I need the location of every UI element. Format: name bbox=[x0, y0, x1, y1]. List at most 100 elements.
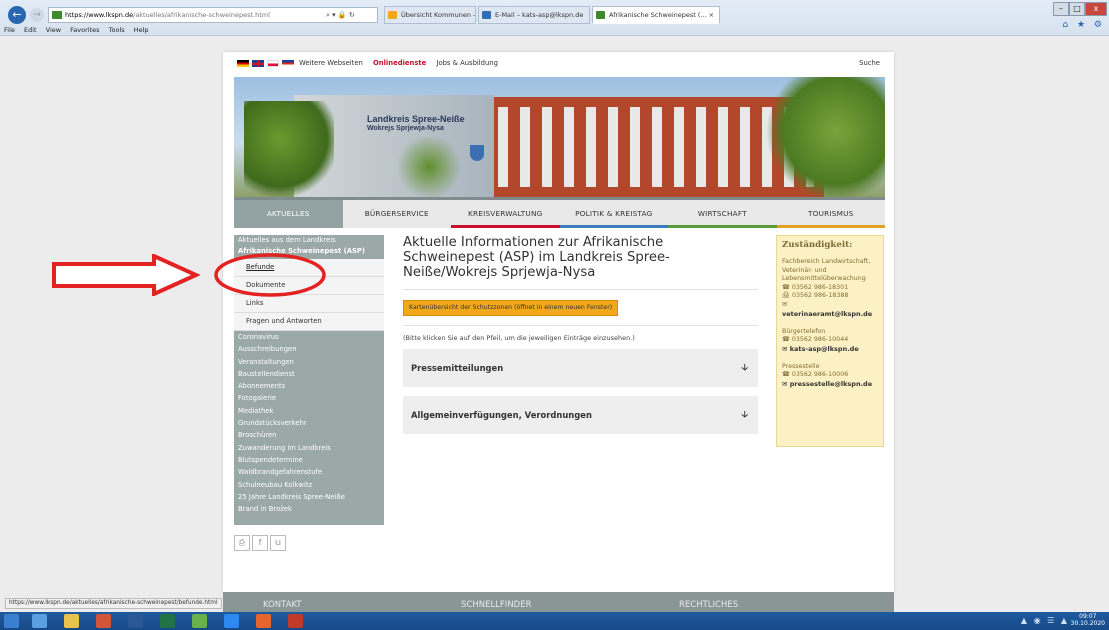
arrow-down-icon[interactable]: 🡣 bbox=[742, 349, 748, 387]
nav-tourismus[interactable]: TOURISMUS bbox=[776, 200, 885, 228]
annotation-arrow-icon bbox=[52, 254, 200, 296]
arrow-down-icon[interactable]: 🡣 bbox=[742, 396, 748, 434]
email-link-kats-asp[interactable]: ✉ kats-asp@lkspn.de bbox=[782, 345, 878, 354]
link-onlinedienste[interactable]: Onlinedienste bbox=[373, 59, 426, 67]
mail-icon: ✉ bbox=[782, 300, 788, 308]
annotation-ellipse bbox=[214, 253, 326, 297]
footer-kontakt[interactable]: KONTAKT bbox=[263, 592, 302, 612]
facebook-icon[interactable]: f bbox=[252, 535, 268, 551]
web-page: Weitere Webseiten Onlinedienste Jobs & A… bbox=[223, 52, 894, 592]
nav-politik-kreistag[interactable]: POLITIK & KREISTAG bbox=[559, 200, 668, 228]
clock[interactable]: 09:07 30.10.2020 bbox=[1071, 613, 1105, 627]
sidebar-item[interactable]: Coronavirus bbox=[234, 331, 384, 343]
coat-of-arms-icon bbox=[470, 145, 484, 161]
tab-uebersicht-kommunen[interactable]: Übersicht Kommunen - Intran... bbox=[384, 6, 476, 24]
minimize-button[interactable]: – bbox=[1053, 2, 1069, 16]
email-link-pressestelle[interactable]: ✉ pressestelle@lkspn.de bbox=[782, 380, 878, 389]
menu-view[interactable]: View bbox=[46, 26, 61, 34]
pressestelle-label: Pressestelle bbox=[782, 362, 820, 370]
system-tray-icons[interactable]: ▲ ◉ ☰ ▲ bbox=[1021, 616, 1069, 625]
accordion-allgemeinverfuegungen[interactable]: Allgemeinverfügungen, Verordnungen 🡣 bbox=[403, 396, 758, 434]
sidebar-item[interactable]: Mediathek bbox=[234, 405, 384, 417]
status-bar-url: https://www.lkspn.de/aktuelles/afrikanis… bbox=[5, 598, 222, 609]
excel-icon[interactable] bbox=[160, 614, 175, 628]
menu-edit[interactable]: Edit bbox=[24, 26, 37, 34]
nav-aktuelles[interactable]: AKTUELLES bbox=[234, 200, 343, 228]
menu-favorites[interactable]: Favorites bbox=[70, 26, 99, 34]
sidebar-item[interactable]: Waldbrandgefahrenstufe bbox=[234, 466, 384, 478]
windows-taskbar: ▲ ◉ ☰ ▲ 09:07 30.10.2020 bbox=[0, 612, 1109, 630]
sorbian-flag-icon[interactable] bbox=[282, 60, 294, 67]
maximize-button[interactable]: □ bbox=[1069, 2, 1085, 16]
powerpoint-icon[interactable] bbox=[96, 614, 111, 628]
folder-icon bbox=[388, 11, 397, 19]
sidebar-item[interactable]: Fotogalerie bbox=[234, 392, 384, 404]
close-button[interactable]: x bbox=[1085, 2, 1107, 16]
mail-icon bbox=[482, 11, 491, 19]
footer-schnellfinder[interactable]: SCHNELLFINDER bbox=[461, 592, 532, 612]
window-controls: – □ x bbox=[1053, 2, 1107, 16]
map-overview-button[interactable]: Kartenübersicht der Schutzzonen (öffnet … bbox=[403, 300, 619, 316]
file-explorer-icon[interactable] bbox=[64, 614, 79, 628]
nav-buergerservice[interactable]: BÜRGERSERVICE bbox=[343, 200, 452, 228]
sidebar-item[interactable]: Schulneubau Kolkwitz bbox=[234, 479, 384, 491]
menu-file[interactable]: File bbox=[4, 26, 15, 34]
top-navigation: Weitere Webseiten Onlinedienste Jobs & A… bbox=[223, 52, 894, 76]
email-link-veterinaeramt[interactable]: veterinaeramt@lkspn.de bbox=[782, 310, 878, 319]
sidebar-item[interactable]: Zuwanderung im Landkreis bbox=[234, 442, 384, 454]
search-link[interactable]: Suche bbox=[859, 52, 880, 74]
main-navigation: AKTUELLES BÜRGERSERVICE KREISVERWALTUNG … bbox=[234, 197, 885, 228]
accordion-pressemitteilungen[interactable]: Pressemitteilungen 🡣 bbox=[403, 349, 758, 387]
page-footer: KONTAKT SCHNELLFINDER RECHTLICHES bbox=[223, 592, 894, 612]
taskbar-app-icon[interactable] bbox=[288, 614, 303, 628]
link-weitere-webseiten[interactable]: Weitere Webseiten bbox=[299, 59, 363, 67]
print-icon[interactable]: ⎙ bbox=[234, 535, 250, 551]
sidebar-item[interactable]: Baustellendienst bbox=[234, 368, 384, 380]
sidebar-item[interactable]: Veranstaltungen bbox=[234, 356, 384, 368]
infobox-department: Fachbereich Landwirtschaft, Veterinär- u… bbox=[782, 258, 871, 283]
address-tools-icon[interactable]: ⌕ ▾ 🔒 ↻ bbox=[326, 7, 355, 23]
browser-chrome: ← → https://www.lkspn.de/aktuelles/afrik… bbox=[0, 0, 1109, 36]
sidebar-item[interactable]: Ausschreibungen bbox=[234, 343, 384, 355]
sidebar-item[interactable]: Broschüren bbox=[234, 429, 384, 441]
english-flag-icon[interactable] bbox=[252, 60, 264, 67]
sidebar-item[interactable]: Brand in Brožek bbox=[234, 503, 384, 515]
word-icon[interactable] bbox=[128, 614, 143, 628]
address-domain: https://www.lkspn.de bbox=[65, 11, 134, 19]
menu-tools[interactable]: Tools bbox=[109, 26, 125, 34]
sidebar-item[interactable]: Grundstücksverkehr bbox=[234, 417, 384, 429]
buergertelefon-label: Bürgertelefon bbox=[782, 327, 826, 335]
forward-button[interactable]: → bbox=[30, 8, 44, 22]
taskbar-app-icon[interactable] bbox=[32, 614, 47, 628]
buergertelefon-number: ☎ 03562 986-10044 bbox=[782, 336, 849, 344]
pressestelle-number: ☎ 03562 986-10006 bbox=[782, 371, 849, 379]
german-flag-icon[interactable] bbox=[237, 60, 249, 67]
nav-kreisverwaltung[interactable]: KREISVERWALTUNG bbox=[451, 200, 560, 228]
back-button[interactable]: ← bbox=[8, 6, 26, 24]
nav-wirtschaft[interactable]: WIRTSCHAFT bbox=[668, 200, 777, 228]
start-button-icon[interactable] bbox=[4, 614, 19, 628]
menu-bar: File Edit View Favorites Tools Help bbox=[0, 24, 1109, 36]
firefox-icon[interactable] bbox=[256, 614, 271, 628]
infobox-heading: Zuständigkeit: bbox=[782, 240, 853, 250]
contact-infobox: Zuständigkeit: Fachbereich Landwirtschaf… bbox=[776, 235, 884, 447]
sidebar-item-aktuelles[interactable]: Aktuelles aus dem Landkreis bbox=[234, 235, 384, 246]
internet-explorer-icon[interactable] bbox=[224, 614, 239, 628]
polish-flag-icon[interactable] bbox=[267, 60, 279, 67]
address-path: /aktuelles/afrikanische-schweinepest.htm… bbox=[133, 11, 270, 19]
sidebar-item[interactable]: Abonnements bbox=[234, 380, 384, 392]
sidebar-item[interactable]: Blutspendetermine bbox=[234, 454, 384, 466]
fax-number: 🖨 03562 986-18388 bbox=[782, 292, 849, 300]
twitter-icon[interactable]: 𝕦 bbox=[270, 535, 286, 551]
taskbar-app-icon[interactable] bbox=[192, 614, 207, 628]
link-jobs-ausbildung[interactable]: Jobs & Ausbildung bbox=[436, 59, 497, 67]
share-buttons: ⎙ f 𝕦 bbox=[234, 535, 286, 551]
building-sign: Landkreis Spree-Neiße Wokrejs Sprjewja-N… bbox=[367, 114, 465, 133]
instruction-text: (Bitte klicken Sie auf den Pfeil, um die… bbox=[403, 334, 635, 342]
sidebar-item[interactable]: 25 Jahre Landkreis Spree-Neiße bbox=[234, 491, 384, 503]
footer-rechtliches[interactable]: RECHTLICHES bbox=[679, 592, 738, 612]
menu-help[interactable]: Help bbox=[134, 26, 149, 34]
tab-afrikanische-schweinepest[interactable]: Afrikanische Schweinepest (... × bbox=[592, 6, 720, 24]
tab-email[interactable]: E-Mail – kats-asp@lkspn.de bbox=[478, 6, 590, 24]
sidebar-item-faq[interactable]: Fragen und Antworten bbox=[234, 313, 384, 331]
